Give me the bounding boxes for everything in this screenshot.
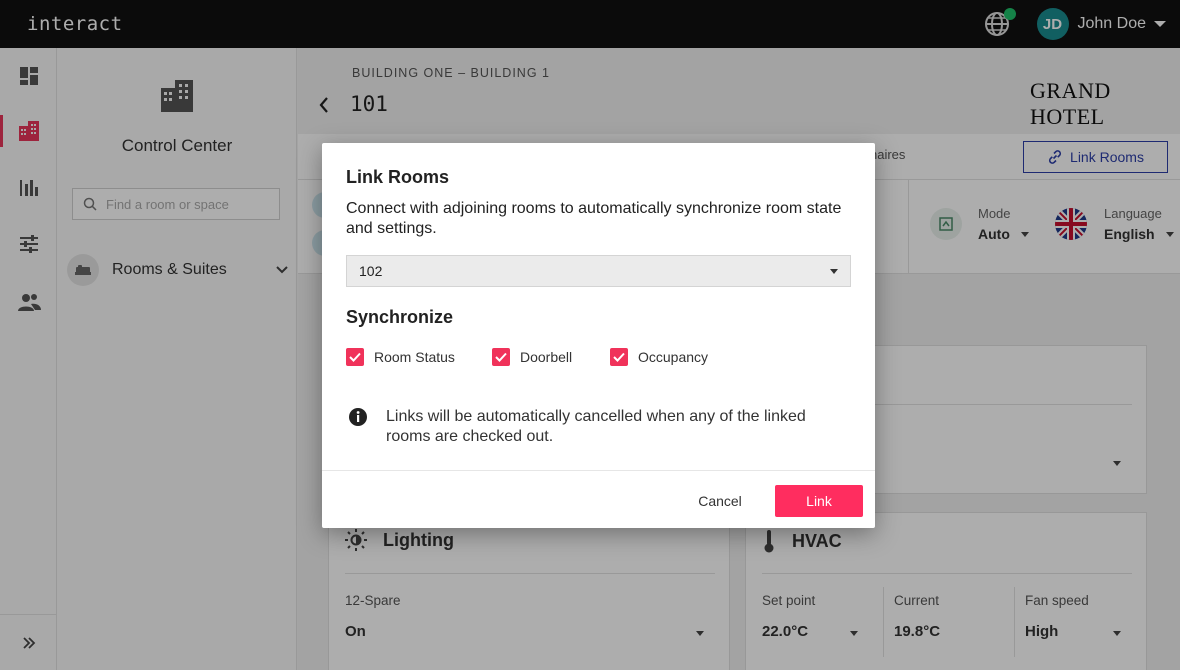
caret-down-icon [830,269,838,274]
checkbox-room-status[interactable]: Room Status [346,348,455,366]
room-select[interactable]: 102 [346,255,851,287]
checkbox-doorbell[interactable]: Doorbell [492,348,572,366]
room-select-value: 102 [359,263,383,279]
checkmark-icon[interactable] [610,348,628,366]
info-text: Links will be automatically cancelled wh… [386,408,806,445]
link-rooms-dialog: Link Rooms Connect with adjoining rooms … [322,143,875,528]
link-button[interactable]: Link [775,485,863,517]
checkmark-icon[interactable] [492,348,510,366]
info-note: Links will be automatically cancelled wh… [348,407,848,447]
dialog-title: Link Rooms [346,167,450,187]
info-icon [349,408,367,426]
checkbox-occupancy[interactable]: Occupancy [610,348,708,366]
checkmark-icon[interactable] [346,348,364,366]
dialog-description: Connect with adjoining rooms to automati… [346,200,842,237]
synchronize-heading: Synchronize [346,307,454,327]
cancel-button[interactable]: Cancel [676,485,764,517]
